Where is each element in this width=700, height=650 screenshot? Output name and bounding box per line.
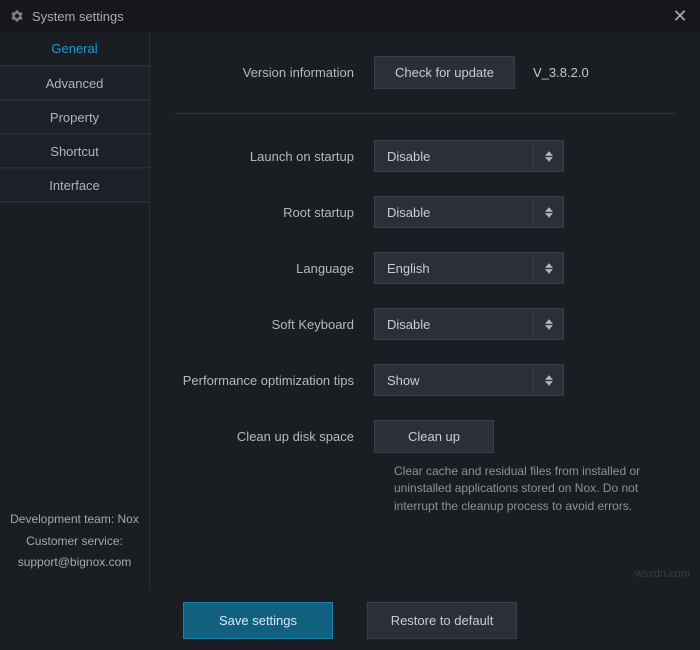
cleanup-help-text: Clear cache and residual files from inst…: [394, 463, 676, 515]
row-version: Version information Check for update V_3…: [174, 56, 676, 89]
cleanup-help-row: Clear cache and residual files from inst…: [174, 463, 676, 515]
button-label: Restore to default: [391, 613, 494, 628]
select-value: Disable: [387, 317, 430, 332]
tab-label: Property: [50, 110, 99, 125]
window-title: System settings: [32, 9, 124, 24]
spinner-icon: [533, 253, 563, 283]
label-perf-tips: Performance optimization tips: [174, 373, 374, 388]
sidebar-spacer: [0, 202, 149, 497]
select-language[interactable]: English: [374, 252, 564, 284]
spinner-icon: [533, 309, 563, 339]
sidebar: General Advanced Property Shortcut Inter…: [0, 32, 150, 590]
tab-advanced[interactable]: Advanced: [0, 66, 149, 100]
footer-bar: Save settings Restore to default: [0, 590, 700, 650]
select-value: English: [387, 261, 430, 276]
restore-default-button[interactable]: Restore to default: [367, 602, 517, 639]
spinner-icon: [533, 141, 563, 171]
label-soft-keyboard: Soft Keyboard: [174, 317, 374, 332]
select-value: Disable: [387, 149, 430, 164]
cleanup-button[interactable]: Clean up: [374, 420, 494, 453]
tab-label: Advanced: [46, 76, 104, 91]
customer-service-label: Customer service:: [8, 531, 141, 553]
spinner-icon: [533, 197, 563, 227]
tab-label: Interface: [49, 178, 100, 193]
label-version: Version information: [174, 65, 374, 80]
version-value: V_3.8.2.0: [533, 65, 589, 80]
spinner-icon: [533, 365, 563, 395]
label-launch-startup: Launch on startup: [174, 149, 374, 164]
body: General Advanced Property Shortcut Inter…: [0, 32, 700, 590]
control-version: Check for update V_3.8.2.0: [374, 56, 676, 89]
row-language: Language English: [174, 252, 676, 284]
tab-interface[interactable]: Interface: [0, 168, 149, 202]
select-launch-startup[interactable]: Disable: [374, 140, 564, 172]
close-button[interactable]: ✕: [670, 6, 690, 26]
label-language: Language: [174, 261, 374, 276]
tab-label: Shortcut: [50, 144, 98, 159]
divider: [174, 113, 676, 114]
row-soft-keyboard: Soft Keyboard Disable: [174, 308, 676, 340]
row-launch-startup: Launch on startup Disable: [174, 140, 676, 172]
close-icon: ✕: [672, 6, 687, 27]
row-perf-tips: Performance optimization tips Show: [174, 364, 676, 396]
tab-label: General: [51, 41, 97, 56]
row-root-startup: Root startup Disable: [174, 196, 676, 228]
row-cleanup: Clean up disk space Clean up: [174, 420, 676, 453]
button-label: Clean up: [408, 429, 460, 444]
select-value: Disable: [387, 205, 430, 220]
save-settings-button[interactable]: Save settings: [183, 602, 333, 639]
dev-team-text: Development team: Nox: [8, 509, 141, 531]
select-value: Show: [387, 373, 420, 388]
button-label: Save settings: [219, 613, 297, 628]
gear-icon: [10, 9, 24, 23]
titlebar: System settings ✕: [0, 0, 700, 32]
check-update-button[interactable]: Check for update: [374, 56, 515, 89]
sidebar-footer: Development team: Nox Customer service: …: [0, 497, 149, 590]
support-email[interactable]: support@bignox.com: [8, 552, 141, 574]
select-perf-tips[interactable]: Show: [374, 364, 564, 396]
tab-general[interactable]: General: [0, 32, 149, 66]
content: Version information Check for update V_3…: [150, 32, 700, 590]
label-cleanup: Clean up disk space: [174, 429, 374, 444]
tab-property[interactable]: Property: [0, 100, 149, 134]
select-root-startup[interactable]: Disable: [374, 196, 564, 228]
button-label: Check for update: [395, 65, 494, 80]
label-root-startup: Root startup: [174, 205, 374, 220]
tab-shortcut[interactable]: Shortcut: [0, 134, 149, 168]
titlebar-left: System settings: [10, 9, 124, 24]
select-soft-keyboard[interactable]: Disable: [374, 308, 564, 340]
watermark: wsxdn.com: [635, 568, 690, 580]
